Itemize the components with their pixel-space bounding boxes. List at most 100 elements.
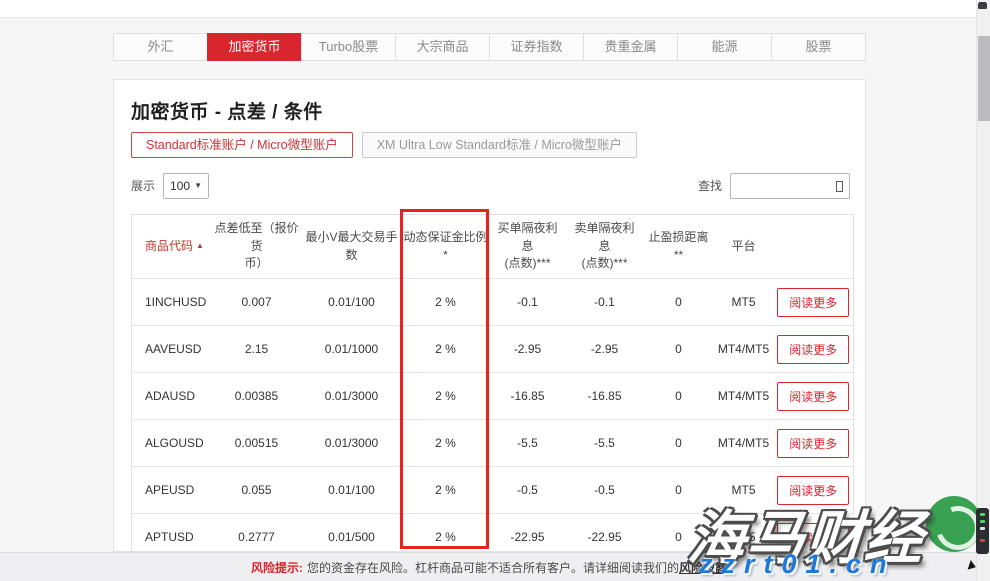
cell-lots: 0.01/3000 (302, 420, 402, 467)
cell-spread: 0.2777 (212, 514, 302, 553)
cell-spread: 0.00385 (212, 373, 302, 420)
cell-stops: 0 (644, 279, 714, 326)
cell-swap-short: -0.5 (566, 467, 644, 514)
entries-per-page-value: 100 (170, 179, 190, 193)
search-field-wrap (730, 173, 850, 199)
search-icon (836, 181, 843, 192)
read-more-button[interactable]: 阅读更多 (777, 429, 849, 458)
column-header-spread[interactable]: 点差低至（报价货 币） (212, 215, 302, 279)
cell-margin: 2 % (402, 467, 490, 514)
cell-symbol: 1INCHUSD (132, 279, 212, 326)
tab-forex[interactable]: 外汇 (113, 33, 208, 61)
cell-stops: 0 (644, 326, 714, 373)
cell-lots: 0.01/1000 (302, 326, 402, 373)
column-header-symbol-label: 商品代码 (145, 239, 193, 253)
cell-spread: 2.15 (212, 326, 302, 373)
cell-symbol: APEUSD (132, 467, 212, 514)
cell-margin: 2 % (402, 373, 490, 420)
watermark-domain: zzrt01.cn (699, 549, 896, 580)
tab-commodities[interactable]: 大宗商品 (395, 33, 490, 61)
account-type-switch: Standard标准账户 / Micro微型账户 XM Ultra Low St… (131, 132, 637, 158)
cell-lots: 0.01/3000 (302, 373, 402, 420)
column-header-platform[interactable]: 平台 (714, 215, 774, 279)
tab-equity-indices[interactable]: 证券指数 (489, 33, 584, 61)
page-top-strip (0, 0, 990, 18)
read-more-button[interactable]: 阅读更多 (777, 288, 849, 317)
cell-swap-long: -0.1 (490, 279, 566, 326)
scrollbar-thumb[interactable] (978, 36, 990, 121)
cell-action: 阅读更多 (774, 420, 854, 467)
scrollbar-top-icon (978, 3, 987, 9)
chevron-down-icon: ▼ (194, 181, 202, 190)
vertical-scrollbar[interactable] (976, 0, 990, 581)
cell-spread: 0.055 (212, 467, 302, 514)
tab-energies[interactable]: 能源 (677, 33, 772, 61)
cell-swap-long: -22.95 (490, 514, 566, 553)
column-header-lots[interactable]: 最小V最大交易手 数 (302, 215, 402, 279)
cell-stops: 0 (644, 373, 714, 420)
table-header-row: 商品代码▲ 点差低至（报价货 币） 最小V最大交易手 数 动态保证金比例 * 买… (132, 215, 854, 279)
search-input[interactable] (730, 173, 850, 199)
table-controls: 展示 100 ▼ 查找 (131, 172, 850, 199)
standard-micro-account-button[interactable]: Standard标准账户 / Micro微型账户 (131, 132, 353, 158)
show-entries-label: 展示 (131, 177, 155, 194)
cell-spread: 0.00515 (212, 420, 302, 467)
column-header-swap-long[interactable]: 买单隔夜利 息 (点数)*** (490, 215, 566, 279)
cell-margin: 2 % (402, 326, 490, 373)
cell-stops: 0 (644, 420, 714, 467)
cell-symbol: ADAUSD (132, 373, 212, 420)
tab-shares[interactable]: 股票 (771, 33, 866, 61)
cell-platform: MT4/MT5 (714, 326, 774, 373)
cell-swap-long: -16.85 (490, 373, 566, 420)
cell-symbol: ALGOUSD (132, 420, 212, 467)
table-row: ALGOUSD0.005150.01/30002 %-5.5-5.50MT4/M… (132, 420, 854, 467)
cell-action: 阅读更多 (774, 279, 854, 326)
watermark-logo-circle (926, 496, 982, 552)
cell-swap-long: -2.95 (490, 326, 566, 373)
cell-swap-short: -5.5 (566, 420, 644, 467)
search-label: 查找 (698, 177, 722, 194)
cell-action: 阅读更多 (774, 373, 854, 420)
table-row: AAVEUSD2.150.01/10002 %-2.95-2.950MT4/MT… (132, 326, 854, 373)
column-header-action (774, 215, 854, 279)
cell-platform: MT4/MT5 (714, 420, 774, 467)
column-header-margin[interactable]: 动态保证金比例 * (402, 215, 490, 279)
watermark-device-icon (976, 508, 989, 554)
cell-platform: MT5 (714, 279, 774, 326)
cell-swap-short: -16.85 (566, 373, 644, 420)
tab-crypto[interactable]: 加密货币 (207, 33, 302, 61)
column-header-symbol[interactable]: 商品代码▲ (132, 215, 212, 279)
column-header-stop-level[interactable]: 止盈损距离 ** (644, 215, 714, 279)
cell-action: 阅读更多 (774, 326, 854, 373)
tab-turbo-stocks[interactable]: Turbo股票 (301, 33, 396, 61)
table-row: 1INCHUSD0.0070.01/1002 %-0.1-0.10MT5阅读更多 (132, 279, 854, 326)
sort-ascending-icon: ▲ (196, 241, 204, 250)
cell-symbol: APTUSD (132, 514, 212, 553)
cell-lots: 0.01/100 (302, 279, 402, 326)
cell-swap-long: -5.5 (490, 420, 566, 467)
cell-lots: 0.01/500 (302, 514, 402, 553)
cell-margin: 2 % (402, 279, 490, 326)
cell-platform: MT4/MT5 (714, 373, 774, 420)
column-header-swap-short[interactable]: 卖单隔夜利 息 (点数)*** (566, 215, 644, 279)
tab-precious-metals[interactable]: 贵重金属 (583, 33, 678, 61)
cell-lots: 0.01/100 (302, 467, 402, 514)
cell-swap-long: -0.5 (490, 467, 566, 514)
read-more-button[interactable]: 阅读更多 (777, 382, 849, 411)
cell-swap-short: -2.95 (566, 326, 644, 373)
cell-swap-short: -0.1 (566, 279, 644, 326)
cell-margin: 2 % (402, 514, 490, 553)
cell-swap-short: -22.95 (566, 514, 644, 553)
read-more-button[interactable]: 阅读更多 (777, 335, 849, 364)
page-title: 加密货币 - 点差 / 条件 (131, 97, 323, 124)
table-row: ADAUSD0.003850.01/30002 %-16.85-16.850MT… (132, 373, 854, 420)
content-card: 加密货币 - 点差 / 条件 Standard标准账户 / Micro微型账户 … (113, 79, 866, 552)
ultra-low-account-button[interactable]: XM Ultra Low Standard标准 / Micro微型账户 (362, 132, 637, 158)
cell-spread: 0.007 (212, 279, 302, 326)
instrument-tabbar: 外汇 加密货币 Turbo股票 大宗商品 证券指数 贵重金属 能源 股票 (113, 33, 866, 61)
risk-warning-text: 您的资金存在风险。杠杆商品可能不适合所有客户。请详细阅读我们的 (307, 559, 679, 576)
cell-symbol: AAVEUSD (132, 326, 212, 373)
risk-warning-prefix: 风险提示: (251, 559, 303, 576)
entries-per-page-select[interactable]: 100 ▼ (163, 173, 209, 199)
cell-margin: 2 % (402, 420, 490, 467)
